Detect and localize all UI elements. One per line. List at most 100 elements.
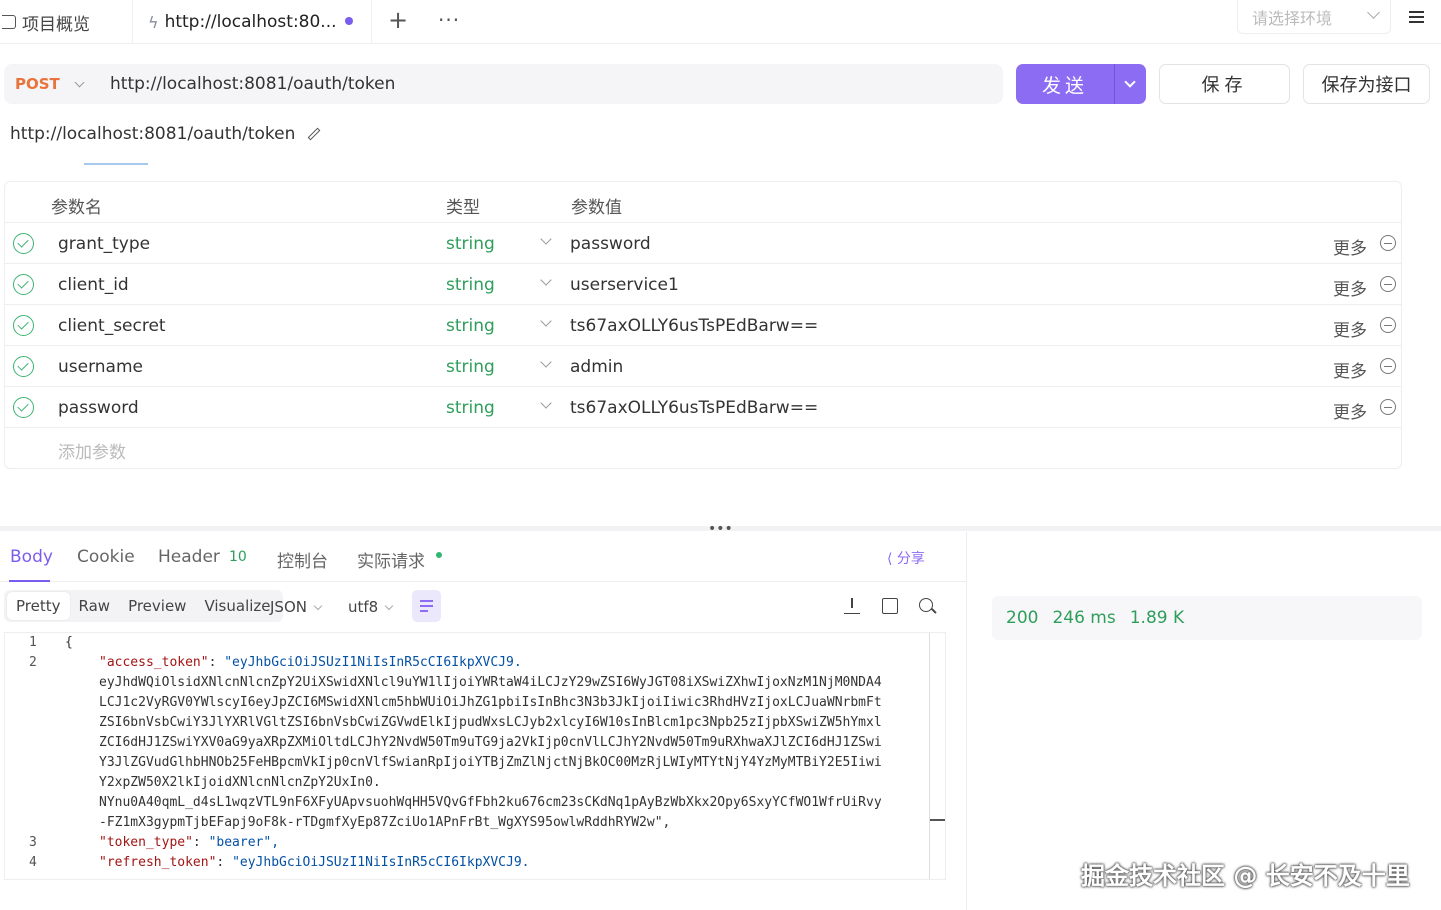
view-raw[interactable]: Raw bbox=[70, 592, 120, 620]
param-name[interactable]: client_secret bbox=[58, 316, 166, 336]
url-input[interactable]: http://localhost:8081/oauth/token bbox=[110, 74, 395, 94]
remove-circle-icon[interactable] bbox=[1380, 276, 1396, 292]
param-name[interactable]: username bbox=[58, 357, 143, 377]
method-label: POST bbox=[15, 75, 60, 93]
param-more-button[interactable]: 更多 bbox=[1333, 275, 1367, 300]
param-value[interactable]: password bbox=[570, 234, 651, 254]
wrap-lines-button[interactable] bbox=[412, 590, 441, 622]
environment-placeholder: 请选择环境 bbox=[1252, 8, 1333, 28]
param-type[interactable]: string bbox=[446, 275, 495, 295]
copy-icon[interactable] bbox=[882, 598, 898, 614]
json-key: "token_type" bbox=[99, 835, 193, 850]
param-type[interactable]: string bbox=[446, 316, 495, 336]
remove-circle-icon[interactable] bbox=[1380, 358, 1396, 374]
params-header: 参数名 类型 参数值 bbox=[5, 182, 1401, 223]
param-type[interactable]: string bbox=[446, 398, 495, 418]
header-param-name: 参数名 bbox=[51, 198, 102, 218]
code-line: "access_token": "eyJhbGciOiJSUzI1NiIsInR… bbox=[99, 655, 522, 670]
scroll-track bbox=[929, 633, 930, 879]
view-pretty[interactable]: Pretty bbox=[7, 592, 70, 620]
param-row: client_id string userservice1 更多 bbox=[5, 264, 1401, 305]
param-value[interactable]: ts67axOLLY6usTsPEdBarw== bbox=[570, 398, 818, 418]
encoding-label: utf8 bbox=[348, 598, 379, 616]
check-circle-icon[interactable] bbox=[13, 356, 34, 377]
check-circle-icon[interactable] bbox=[13, 315, 34, 336]
param-value[interactable]: ts67axOLLY6usTsPEdBarw== bbox=[570, 316, 818, 336]
line-number: 2 bbox=[29, 655, 37, 670]
param-row: username string admin 更多 bbox=[5, 346, 1401, 387]
more-tabs-button[interactable]: ··· bbox=[438, 8, 460, 32]
view-visualize[interactable]: Visualize bbox=[195, 592, 279, 620]
chevron-down-icon bbox=[1367, 6, 1380, 19]
encoding-select[interactable]: utf8 bbox=[348, 598, 394, 616]
remove-circle-icon[interactable] bbox=[1380, 317, 1396, 333]
chevron-down-icon[interactable] bbox=[540, 356, 552, 368]
tab-request[interactable]: ϟ http://localhost:80... bbox=[134, 0, 372, 44]
param-value[interactable]: userservice1 bbox=[570, 275, 679, 295]
save-as-api-button[interactable]: 保存为接口 bbox=[1303, 64, 1430, 104]
edit-pencil-icon[interactable] bbox=[308, 127, 321, 141]
method-select[interactable]: POST bbox=[4, 75, 94, 93]
tab-cookie[interactable]: Cookie bbox=[77, 547, 135, 567]
json-value: "bearer", bbox=[208, 835, 280, 850]
tab-actual-request[interactable]: 实际请求 bbox=[357, 547, 425, 572]
json-value: "eyJhbGciOiJSUzI1NiIsInR5cCI6IkpXVCJ9. bbox=[232, 855, 530, 870]
code-line: Y2xpZW50X2lkIjoidXNlcnNlcnZpY2UxIn0. bbox=[99, 775, 381, 790]
param-more-button[interactable]: 更多 bbox=[1333, 357, 1367, 382]
request-title: http://localhost:8081/oauth/token bbox=[10, 124, 321, 144]
response-divider bbox=[966, 532, 967, 910]
wrap-icon-line bbox=[420, 600, 433, 602]
format-select[interactable]: JSON bbox=[270, 598, 323, 616]
remove-circle-icon[interactable] bbox=[1380, 235, 1396, 251]
params-table: 参数名 类型 参数值 grant_type string password 更多… bbox=[4, 181, 1402, 469]
param-more-button[interactable]: 更多 bbox=[1333, 398, 1367, 423]
line-number: 3 bbox=[29, 835, 37, 850]
download-icon[interactable] bbox=[844, 598, 860, 614]
send-button[interactable]: 发送 bbox=[1016, 64, 1146, 104]
check-circle-icon[interactable] bbox=[13, 274, 34, 295]
tab-header[interactable]: Header bbox=[158, 547, 220, 567]
bolt-icon: ϟ bbox=[148, 12, 159, 32]
chevron-down-icon[interactable] bbox=[540, 233, 552, 245]
param-more-button[interactable]: 更多 bbox=[1333, 234, 1367, 259]
response-time: 246 ms bbox=[1052, 608, 1116, 628]
tab-body[interactable]: Body bbox=[10, 547, 53, 567]
param-row: grant_type string password 更多 bbox=[5, 223, 1401, 264]
code-line: eyJhdWQiOlsidXNlcnNlcnZpY2UiXSwidXNlcl9u… bbox=[99, 675, 882, 690]
code-line: ZSI6bnVsbCwiY3JlYXRlVGltZSI6bnVsbCwiZGVw… bbox=[99, 715, 882, 730]
send-label: 发送 bbox=[1041, 74, 1088, 97]
param-more-button[interactable]: 更多 bbox=[1333, 316, 1367, 341]
chevron-down-icon[interactable] bbox=[540, 315, 552, 327]
remove-circle-icon[interactable] bbox=[1380, 399, 1396, 415]
check-circle-icon[interactable] bbox=[13, 233, 34, 254]
param-value[interactable]: admin bbox=[570, 357, 623, 377]
view-toolbar: Pretty Raw Preview Visualize bbox=[4, 590, 283, 622]
tab-console[interactable]: 控制台 bbox=[277, 547, 328, 572]
add-param-input[interactable]: 添加参数 bbox=[58, 438, 126, 463]
share-button[interactable]: ⟨ 分享 bbox=[887, 548, 925, 568]
unsaved-dot bbox=[345, 17, 353, 25]
tab-project-overview[interactable]: 项目概览 bbox=[0, 0, 133, 44]
status-code: 200 bbox=[1006, 608, 1039, 628]
search-icon[interactable] bbox=[919, 598, 933, 612]
line-gutter: 1 2 3 4 bbox=[5, 633, 57, 879]
header-count-badge: 10 bbox=[229, 549, 247, 565]
menu-button[interactable] bbox=[1395, 0, 1437, 34]
share-icon: ⟨ bbox=[887, 551, 897, 567]
chevron-down-icon[interactable] bbox=[540, 397, 552, 409]
param-name[interactable]: client_id bbox=[58, 275, 129, 295]
response-code-viewer[interactable]: 1 2 3 4 { "access_token": "eyJhbGciOiJSU… bbox=[4, 632, 946, 880]
param-row: client_secret string ts67axOLLY6usTsPEdB… bbox=[5, 305, 1401, 346]
param-name[interactable]: grant_type bbox=[58, 234, 150, 254]
add-tab-button[interactable]: + bbox=[388, 6, 408, 34]
param-type[interactable]: string bbox=[446, 234, 495, 254]
chevron-down-icon[interactable] bbox=[540, 274, 552, 286]
scrollbar-thumb[interactable] bbox=[930, 819, 945, 821]
check-circle-icon[interactable] bbox=[13, 397, 34, 418]
environment-select[interactable]: 请选择环境 bbox=[1237, 0, 1391, 34]
param-type[interactable]: string bbox=[446, 357, 495, 377]
param-name[interactable]: password bbox=[58, 398, 139, 418]
save-button[interactable]: 保存 bbox=[1159, 64, 1290, 104]
view-preview[interactable]: Preview bbox=[119, 592, 195, 620]
send-options-chevron-icon[interactable] bbox=[1124, 76, 1136, 88]
